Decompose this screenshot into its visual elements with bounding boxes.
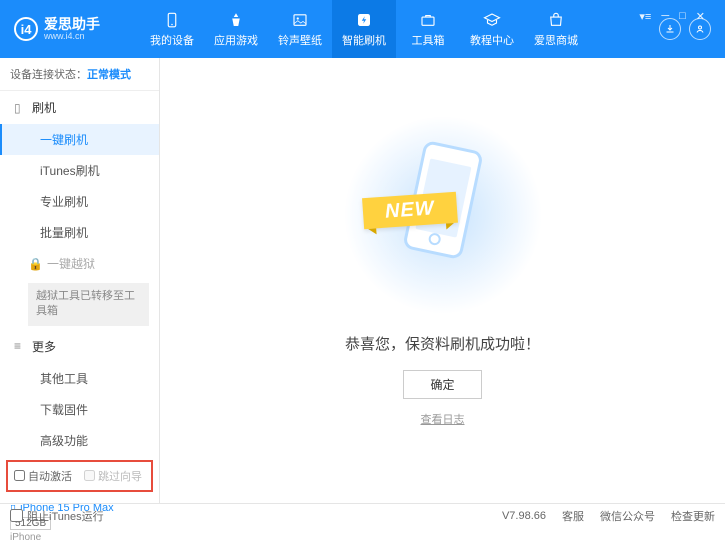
options-row: 自动激活 跳过向导 (6, 460, 153, 492)
status-prefix: 设备连接状态： (10, 69, 87, 81)
block-itunes-checkbox[interactable]: 阻止iTunes运行 (10, 508, 104, 524)
jailbreak-note: 越狱工具已转移至工具箱 (28, 283, 149, 326)
menu-icon[interactable]: ▾≡ (639, 10, 651, 23)
store-icon (547, 11, 565, 29)
nav-label: 爱思商城 (534, 32, 578, 48)
sidebar-batch-flash[interactable]: 批量刷机 (0, 217, 159, 248)
nav-my-device[interactable]: 我的设备 (140, 0, 204, 58)
group-label: 一键越狱 (47, 255, 95, 272)
nav-label: 应用游戏 (214, 32, 258, 48)
nav-label: 智能刷机 (342, 32, 386, 48)
group-jailbreak: 🔒 一键越狱 (0, 248, 159, 279)
new-ribbon: NEW (362, 191, 458, 228)
group-label: 更多 (32, 338, 56, 355)
nav-label: 铃声壁纸 (278, 32, 322, 48)
version-label: V7.98.66 (502, 510, 546, 522)
close-button[interactable]: ✕ (696, 10, 705, 23)
skip-guide-checkbox[interactable]: 跳过向导 (84, 468, 142, 484)
success-message: 恭喜您，保资料刷机成功啦！ (345, 333, 540, 354)
app-title: 爱思助手 (44, 17, 100, 31)
app-url: www.i4.cn (44, 31, 100, 41)
checkbox-label: 跳过向导 (98, 468, 142, 484)
device-icon (163, 11, 181, 29)
lock-icon: 🔒 (28, 257, 43, 271)
nav-label: 我的设备 (150, 32, 194, 48)
logo-area: i4 爱思助手 www.i4.cn (0, 17, 140, 41)
nav-flash[interactable]: 智能刷机 (332, 0, 396, 58)
nav-store[interactable]: 爱思商城 (524, 0, 588, 58)
nav-tutorials[interactable]: 教程中心 (460, 0, 524, 58)
status-mode: 正常模式 (87, 69, 131, 81)
phone-icon: ▯ (14, 101, 26, 115)
maximize-button[interactable]: □ (679, 10, 686, 22)
top-nav: 我的设备 应用游戏 铃声壁纸 智能刷机 工具箱 教程中心 爱思商城 (140, 0, 645, 58)
checkbox-label: 阻止iTunes运行 (27, 508, 104, 524)
window-controls: ▾≡ ─ □ ✕ (627, 4, 717, 23)
footer: 阻止iTunes运行 V7.98.66 客服 微信公众号 检查更新 (0, 503, 725, 527)
checkbox-label: 自动激活 (28, 468, 72, 484)
success-illustration: NEW (343, 115, 543, 315)
more-icon: ≡ (14, 339, 26, 353)
group-flash[interactable]: ▯ 刷机 (0, 91, 159, 124)
group-more[interactable]: ≡ 更多 (0, 330, 159, 363)
nav-ringtones[interactable]: 铃声壁纸 (268, 0, 332, 58)
auto-activate-checkbox[interactable]: 自动激活 (14, 468, 72, 484)
sidebar-itunes-flash[interactable]: iTunes刷机 (0, 155, 159, 186)
device-type: iPhone (10, 532, 149, 543)
apps-icon (227, 11, 245, 29)
sidebar-pro-flash[interactable]: 专业刷机 (0, 186, 159, 217)
footer-update[interactable]: 检查更新 (671, 508, 715, 524)
footer-wechat[interactable]: 微信公众号 (600, 508, 655, 524)
nav-apps[interactable]: 应用游戏 (204, 0, 268, 58)
image-icon (291, 11, 309, 29)
flash-icon (355, 11, 373, 29)
nav-toolbox[interactable]: 工具箱 (396, 0, 460, 58)
group-label: 刷机 (32, 99, 56, 116)
view-log-link[interactable]: 查看日志 (421, 411, 465, 427)
app-header: i4 爱思助手 www.i4.cn 我的设备 应用游戏 铃声壁纸 智能刷机 工具… (0, 0, 725, 58)
graduation-icon (483, 11, 501, 29)
nav-label: 工具箱 (412, 32, 445, 48)
sidebar-advanced[interactable]: 高级功能 (0, 425, 159, 456)
sidebar-other-tools[interactable]: 其他工具 (0, 363, 159, 394)
footer-support[interactable]: 客服 (562, 508, 584, 524)
ok-button[interactable]: 确定 (403, 370, 481, 399)
minimize-button[interactable]: ─ (661, 10, 669, 22)
connection-status: 设备连接状态：正常模式 (0, 58, 159, 91)
sidebar-download-firmware[interactable]: 下载固件 (0, 394, 159, 425)
nav-label: 教程中心 (470, 32, 514, 48)
sidebar: 设备连接状态：正常模式 ▯刷机 一键刷机 iTunes刷机 专业刷机 批量刷机 … (0, 58, 160, 503)
main-content: NEW 恭喜您，保资料刷机成功啦！ 确定 查看日志 (160, 58, 725, 503)
toolbox-icon (419, 11, 437, 29)
sidebar-onekey-flash[interactable]: 一键刷机 (0, 124, 159, 155)
logo-icon: i4 (14, 17, 38, 41)
